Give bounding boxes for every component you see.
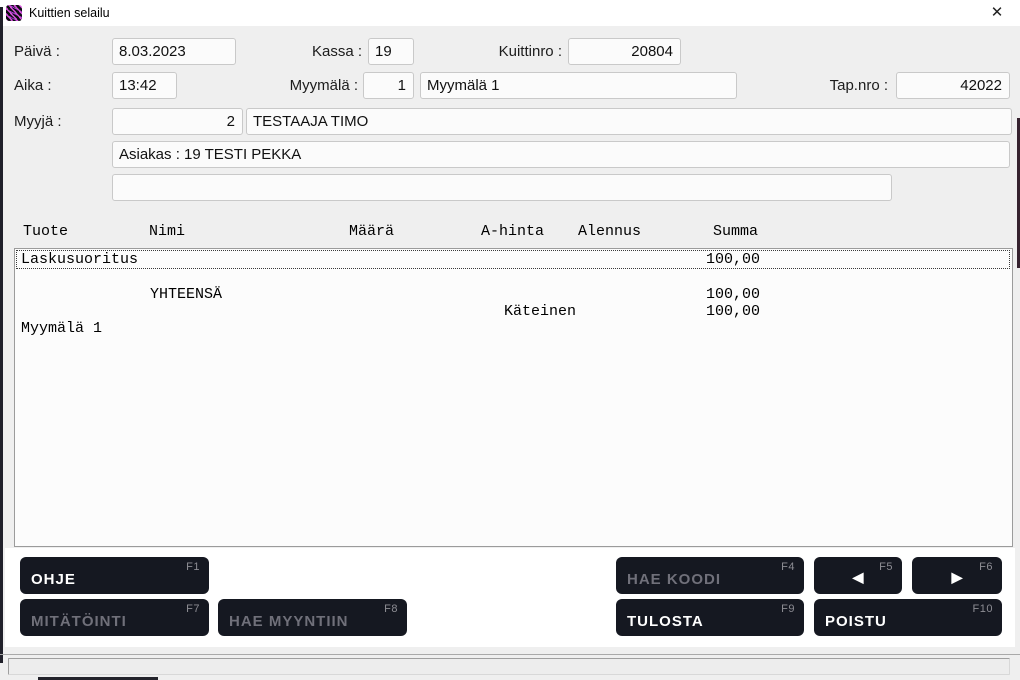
table-row[interactable]: Myymälä 1 (15, 320, 1012, 337)
date-label: Päivä : (14, 38, 60, 65)
line-sum: 100,00 (706, 251, 760, 268)
time-input[interactable] (112, 72, 177, 99)
fkey-label: F8 (384, 603, 398, 615)
void-button[interactable]: F7 MITÄTÖINTI (20, 599, 209, 636)
col-header-sum: Summa (713, 223, 758, 240)
button-label: HAE KOODI (627, 571, 721, 588)
button-label: MITÄTÖINTI (31, 613, 127, 630)
button-label: OHJE (31, 571, 76, 588)
receipt-browser-window: Kuittien selailu ✕ Päivä : Kassa : Kuitt… (0, 0, 1020, 680)
col-header-unitprice: A-hinta (481, 223, 544, 240)
line-total-label: YHTEENSÄ (150, 286, 222, 303)
fkey-label: F10 (973, 603, 993, 615)
print-button[interactable]: F9 TULOSTA (616, 599, 804, 636)
receipt-number-label: Kuittinro : (440, 38, 562, 65)
exit-button[interactable]: F10 POISTU (814, 599, 1002, 636)
table-row[interactable]: Käteinen 100,00 (15, 303, 1012, 320)
store-label: Myymälä : (240, 72, 358, 99)
col-header-product: Tuote (23, 223, 68, 240)
table-row[interactable]: Laskusuoritus 100,00 (15, 251, 1012, 268)
fkey-label: F1 (186, 561, 200, 573)
fkey-label: F4 (781, 561, 795, 573)
register-input[interactable] (368, 38, 414, 65)
line-total-sum: 100,00 (706, 286, 760, 303)
fkey-label: F7 (186, 603, 200, 615)
button-label: HAE MYYNTIIN (229, 613, 349, 630)
help-button[interactable]: F1 OHJE (20, 557, 209, 594)
customer-input[interactable] (112, 141, 1010, 168)
button-label: TULOSTA (627, 613, 704, 630)
store-name-input[interactable] (420, 72, 737, 99)
close-icon[interactable]: ✕ (982, 0, 1012, 26)
line-payment-sum: 100,00 (706, 303, 760, 320)
left-edge-sliver (0, 7, 3, 663)
fkey-label: F5 (879, 561, 893, 573)
previous-receipt-button[interactable]: F5 ◀ (814, 557, 902, 594)
register-label: Kassa : (260, 38, 362, 65)
statusbar-separator (0, 654, 1020, 655)
col-header-discount: Alennus (578, 223, 641, 240)
extra-info-input[interactable] (112, 174, 892, 201)
receipt-lines-table[interactable]: Laskusuoritus 100,00 YHTEENSÄ 100,00 Kät… (14, 248, 1013, 547)
statusbar (8, 658, 1010, 675)
line-product: Laskusuoritus (21, 251, 138, 268)
date-input[interactable] (112, 38, 236, 65)
left-arrow-icon: ◀ (853, 569, 864, 586)
transaction-number-label: Tap.nro : (770, 72, 888, 99)
col-header-name: Nimi (149, 223, 185, 240)
fkey-label: F9 (781, 603, 795, 615)
line-store-name: Myymälä 1 (21, 320, 102, 337)
col-header-quantity: Määrä (349, 223, 394, 240)
store-number-input[interactable] (363, 72, 414, 99)
seller-number-input[interactable] (112, 108, 243, 135)
titlebar: Kuittien selailu ✕ (0, 0, 1020, 26)
receipt-number-input[interactable] (568, 38, 681, 65)
table-row[interactable]: YHTEENSÄ 100,00 (15, 286, 1012, 303)
window-title: Kuittien selailu (29, 0, 110, 26)
app-icon (6, 5, 22, 21)
fkey-label: F6 (979, 561, 993, 573)
button-label: POISTU (825, 613, 887, 630)
transaction-number-input[interactable] (896, 72, 1010, 99)
time-label: Aika : (14, 72, 52, 99)
fetch-code-button[interactable]: F4 HAE KOODI (616, 557, 804, 594)
seller-name-input[interactable] (246, 108, 1012, 135)
fetch-to-sale-button[interactable]: F8 HAE MYYNTIIN (218, 599, 407, 636)
next-receipt-button[interactable]: F6 ▶ (912, 557, 1002, 594)
line-payment-method: Käteinen (504, 303, 576, 320)
right-arrow-icon: ▶ (952, 569, 963, 586)
table-header-row: Tuote Nimi Määrä A-hinta Alennus Summa (0, 223, 1020, 240)
seller-label: Myyjä : (14, 108, 62, 135)
